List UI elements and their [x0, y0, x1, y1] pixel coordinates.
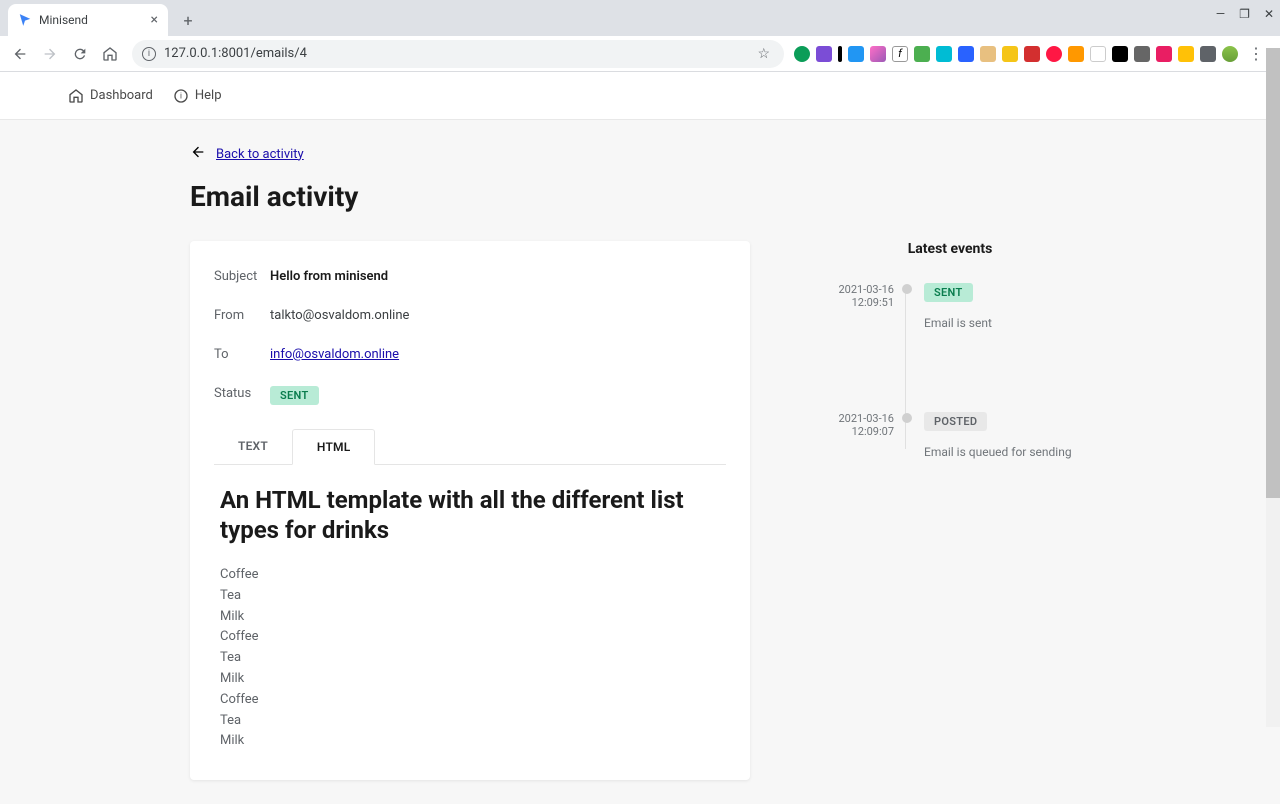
tab-bar: Minisend × + — ❐ ✕ [0, 0, 1280, 36]
event-timestamp: 2021-03-16 12:09:51 [810, 281, 894, 330]
profile-avatar-icon[interactable] [1222, 46, 1238, 62]
extensions-area: f ⋮ [794, 44, 1272, 63]
maximize-icon[interactable]: ❐ [1239, 7, 1250, 21]
extension-icon[interactable] [980, 46, 996, 62]
extension-icon[interactable] [838, 46, 842, 62]
home-icon [68, 88, 84, 104]
to-value[interactable]: info@osvaldom.online [270, 347, 399, 362]
to-label: To [214, 347, 270, 362]
tab-title: Minisend [39, 13, 144, 27]
timeline-title: Latest events [810, 241, 1090, 257]
event-badge: SENT [924, 283, 973, 302]
extension-icon[interactable] [816, 46, 832, 62]
app-header: Dashboard i Help [0, 72, 1280, 120]
extension-icon[interactable] [1112, 46, 1128, 62]
event-description: Email is queued for sending [924, 445, 1090, 459]
extension-icon[interactable] [1156, 46, 1172, 62]
bookmark-star-icon[interactable]: ☆ [757, 46, 770, 62]
extension-icon[interactable] [1090, 46, 1106, 62]
status-badge: SENT [270, 386, 319, 405]
back-link-label: Back to activity [216, 147, 304, 162]
from-label: From [214, 308, 270, 323]
list-item: Milk [220, 607, 720, 628]
from-value: talkto@osvaldom.online [270, 308, 409, 323]
tab-text[interactable]: TEXT [214, 429, 292, 464]
list-item: Milk [220, 731, 720, 752]
nav-help[interactable]: i Help [173, 88, 222, 104]
extension-icon[interactable] [958, 46, 974, 62]
home-icon[interactable] [98, 42, 122, 66]
reload-icon[interactable] [68, 42, 92, 66]
scrollbar-thumb[interactable] [1266, 48, 1280, 498]
browser-chrome: Minisend × + — ❐ ✕ i 127.0.0.1:8001/emai… [0, 0, 1280, 72]
browser-toolbar: i 127.0.0.1:8001/emails/4 ☆ f [0, 36, 1280, 72]
email-details-card: Subject Hello from minisend From talkto@… [190, 241, 750, 780]
subject-label: Subject [214, 269, 270, 284]
event-description: Email is sent [924, 316, 1090, 330]
minimize-icon[interactable]: — [1216, 7, 1225, 21]
scrollbar[interactable] [1266, 48, 1280, 727]
event-timestamp: 2021-03-16 12:09:07 [810, 410, 894, 459]
event-badge: POSTED [924, 412, 987, 431]
extension-icon[interactable] [848, 46, 864, 62]
list-item: Tea [220, 586, 720, 607]
tab-html[interactable]: HTML [292, 429, 376, 465]
extension-icon[interactable] [1024, 46, 1040, 62]
content-tabs: TEXT HTML [214, 429, 726, 465]
timeline-event: 2021-03-16 12:09:51 SENT Email is sent [810, 281, 1090, 330]
list-item: Tea [220, 648, 720, 669]
timeline-dot-icon [902, 284, 912, 294]
back-icon[interactable] [8, 42, 32, 66]
extension-icon[interactable] [914, 46, 930, 62]
nav-dashboard[interactable]: Dashboard [68, 88, 153, 104]
nav-dashboard-label: Dashboard [90, 88, 153, 103]
browser-menu-icon[interactable]: ⋮ [1244, 44, 1268, 63]
extension-icon[interactable] [1002, 46, 1018, 62]
list-item: Coffee [220, 565, 720, 586]
browser-tab[interactable]: Minisend × [8, 4, 168, 36]
address-bar[interactable]: i 127.0.0.1:8001/emails/4 ☆ [132, 40, 784, 68]
url-display: 127.0.0.1:8001/emails/4 [164, 46, 749, 61]
list-item: Tea [220, 711, 720, 732]
subject-value: Hello from minisend [270, 269, 388, 284]
list-item: Milk [220, 669, 720, 690]
list-item: Coffee [220, 627, 720, 648]
extension-icon[interactable] [794, 46, 810, 62]
tab-favicon-icon [18, 13, 32, 27]
extension-icon[interactable] [1134, 46, 1150, 62]
extension-icon[interactable]: f [892, 46, 908, 62]
page-title: Email activity [190, 180, 1090, 213]
site-info-icon[interactable]: i [142, 47, 156, 61]
status-label: Status [214, 386, 270, 405]
window-controls: — ❐ ✕ [1216, 0, 1274, 28]
extension-icon[interactable] [1068, 46, 1084, 62]
tab-close-icon[interactable]: × [151, 12, 158, 28]
email-content-list: Coffee Tea Milk Coffee Tea Milk Coffee T… [214, 565, 726, 752]
nav-help-label: Help [195, 88, 222, 103]
forward-icon [38, 42, 62, 66]
extension-icon[interactable] [870, 46, 886, 62]
list-item: Coffee [220, 690, 720, 711]
timeline: 2021-03-16 12:09:51 SENT Email is sent 2… [810, 281, 1090, 459]
new-tab-button[interactable]: + [174, 6, 202, 34]
timeline-column: Latest events 2021-03-16 12:09:51 SENT E… [810, 241, 1090, 539]
arrow-left-icon [190, 144, 206, 164]
timeline-event: 2021-03-16 12:09:07 POSTED Email is queu… [810, 410, 1090, 459]
extension-icon[interactable] [1046, 46, 1062, 62]
email-content-title: An HTML template with all the different … [214, 485, 726, 545]
svg-text:i: i [180, 91, 182, 100]
timeline-dot-icon [902, 413, 912, 423]
extension-icon[interactable] [936, 46, 952, 62]
back-to-activity-link[interactable]: Back to activity [190, 144, 1090, 164]
help-icon: i [173, 88, 189, 104]
page-body: Back to activity Email activity Subject … [0, 120, 1280, 804]
close-window-icon[interactable]: ✕ [1264, 7, 1274, 21]
extensions-puzzle-icon[interactable] [1200, 46, 1216, 62]
extension-icon[interactable] [1178, 46, 1194, 62]
